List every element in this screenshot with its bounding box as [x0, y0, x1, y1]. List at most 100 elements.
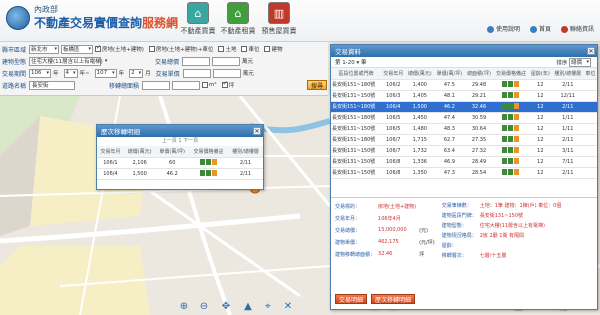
cell-parking [583, 112, 597, 124]
cell-note [493, 79, 529, 91]
month-to-select[interactable]: 2 [129, 68, 144, 78]
cell-address: 長安街131~150號 [331, 156, 382, 168]
cell-address: 長安街151~180號 [331, 101, 382, 113]
road-label: 道路名稱 [2, 82, 27, 90]
total-unit: 萬元 [242, 59, 254, 65]
cell-parking [583, 79, 597, 91]
total-min-input[interactable] [182, 56, 211, 66]
cell-total: 1,450 [405, 112, 435, 124]
transaction-row[interactable]: 長安街131~150號 106/7 1,732 63.4 27.32 12 3/11 [331, 145, 597, 157]
measure-icon[interactable]: ▲ [242, 301, 254, 313]
cell-floor: 2/11 [228, 168, 263, 180]
detail-label: 建物現況格局： [441, 232, 477, 239]
cell-note [493, 90, 529, 102]
transaction-row[interactable]: 長安街151~180號 106/5 1,450 47.4 30.59 12 1/11 [331, 112, 597, 124]
detail-value: 長安街131~150號 [479, 212, 523, 219]
cell-total: 1,350 [405, 167, 435, 179]
close-icon[interactable]: ✕ [587, 47, 595, 55]
history-detail-button[interactable]: 歷次移轉明細 [371, 294, 416, 304]
zoom-out-icon[interactable]: ⊖ [198, 301, 210, 313]
history-table: 交易年月 總價(萬元) 單價(萬/坪) 交易價格備註 樓別/總樓層 106/1 … [97, 146, 263, 180]
area-m2-radio[interactable] [202, 82, 209, 88]
transaction-row[interactable]: 長安街131~150號 106/8 1,350 47.3 28.54 12 2/11 [331, 167, 597, 179]
note-badge-icon [514, 103, 520, 110]
detail-row: 建物移轉總面積： 32.46 坪 [335, 248, 438, 260]
area-icon[interactable]: ⌖ [262, 301, 274, 313]
area-min-input[interactable] [142, 80, 171, 90]
site-title[interactable]: 不動產交易實價查詢服務網 [34, 14, 178, 31]
month-from: 4 [65, 70, 70, 76]
nav-presale-button[interactable]: ▥ 預售屋買賣 [251, 2, 307, 36]
year-from-select[interactable]: 106 [29, 68, 52, 78]
note-badge-icon [514, 114, 520, 121]
cell-floor: 2/11 [551, 79, 584, 91]
unit-max-input[interactable] [212, 68, 241, 78]
zoom-in-icon[interactable]: ⊕ [178, 301, 190, 313]
opt-landonly-checkbox[interactable] [218, 46, 225, 52]
history-pager[interactable]: 上一頁 1 下一頁 [97, 137, 263, 146]
transaction-row[interactable]: 長安街131~150號 106/8 1,336 46.9 28.49 12 7/11 [331, 156, 597, 168]
search-panel: 縣市區域 新北市 板橋區 房地(土地+建物) 房地(土地+建物)+車位 土地 車… [0, 42, 328, 96]
close-icon[interactable]: ✕ [253, 127, 261, 135]
total-max-input[interactable] [212, 56, 241, 66]
col-address: 區段位置或門牌 [331, 68, 382, 80]
area-ping-label: 坪 [228, 83, 235, 89]
search-button[interactable]: 搜尋 [307, 80, 328, 90]
detail-value: 106年4月 [378, 215, 401, 222]
month-to: 2 [131, 70, 135, 76]
pan-icon[interactable]: ✥ [220, 301, 232, 313]
history-row[interactable]: 106/1 2,106 60 2/11 [97, 157, 263, 169]
district-select[interactable]: 板橋區 [61, 44, 94, 54]
opt-bldg-checkbox[interactable] [264, 46, 271, 52]
status-badge-icon [508, 125, 514, 132]
detail-buttons: 交易明細 歷次移轉明細 [335, 294, 416, 304]
cell-age: 12 [528, 112, 552, 124]
district-value: 板橋區 [63, 47, 80, 53]
cell-age: 12 [528, 156, 552, 168]
transaction-row[interactable]: 長安街131~150號 106/3 1,405 48.1 29.21 12 12/11 [331, 90, 597, 102]
road-input[interactable]: 長安街 [29, 80, 76, 90]
clear-icon[interactable]: ✕ [282, 301, 294, 313]
cell-note [493, 123, 529, 135]
contact-link-label: 聯絡資訊 [569, 26, 594, 33]
detail-row: 交易年月： 106年4月 [335, 212, 438, 224]
county-select[interactable]: 新北市 [29, 44, 60, 54]
history-row[interactable]: 106/4 1,500 46.2 2/11 [97, 168, 263, 180]
year-to-select[interactable]: 107 [94, 68, 117, 78]
cell-date: 106/7 [381, 134, 406, 146]
top-links: 使用說明 首頁 聯絡資訊 [486, 24, 594, 33]
cell-parking [583, 145, 597, 157]
opt-parking-checkbox[interactable] [241, 46, 248, 52]
transactions-popup: 交易資料 ✕ 第 1-20 ▾ 筆 排序 總價 區段位置或門牌 交易年月 總價(… [330, 44, 598, 310]
area-ping-radio[interactable] [221, 80, 228, 88]
cell-total: 1,715 [405, 134, 435, 146]
area-label: 移轉總面積 [109, 82, 140, 90]
month-from-select[interactable]: 4 [63, 68, 78, 78]
help-link[interactable]: 使用說明 [486, 24, 520, 33]
sort-select[interactable]: 總價 [569, 57, 591, 67]
history-popup: 歷次移轉明細 ✕ 上一頁 1 下一頁 交易年月 總價(萬元) 單價(萬/坪) 交… [96, 124, 264, 190]
transaction-row[interactable]: 長安街131~150號 106/5 1,480 48.3 30.64 12 1/11 [331, 123, 597, 135]
transaction-row[interactable]: 長安街151~180號 106/4 1,500 46.2 32.46 12 2/11 [331, 101, 597, 113]
opt-land-checkbox[interactable] [95, 44, 101, 52]
transaction-row[interactable]: 長安街151~180號 106/7 1,715 62.7 27.35 12 2/11 [331, 134, 597, 146]
status-badge-icon [502, 136, 508, 143]
cell-parking [583, 123, 597, 135]
transaction-detail: 交易標的： 房地(土地+建物) 交易年月： 106年4月 交易總價： 15,000,000… [331, 197, 597, 262]
opt-land-bldg-checkbox[interactable] [148, 46, 155, 52]
transaction-row[interactable]: 長安街151~180號 106/2 1,400 47.5 29.48 12 2/11 [331, 79, 597, 91]
type-select[interactable]: 住宅大樓(11層含以上有電梯) [29, 56, 103, 66]
contact-link[interactable]: 聯絡資訊 [560, 24, 594, 33]
opt-parking-label: 車位 [248, 47, 260, 53]
transaction-detail-button[interactable]: 交易明細 [335, 294, 368, 304]
unit-min-input[interactable] [182, 68, 211, 78]
cell-unit: 46.2 [434, 101, 465, 113]
cell-address: 長安街131~150號 [331, 167, 382, 179]
page-select[interactable]: 第 1-20 ▾ 筆 [335, 58, 367, 66]
detail-label: 移轉層次： [441, 252, 467, 259]
detail-row: 建物區段門牌： 長安街131~150號 [442, 210, 565, 220]
col-note: 交易價格備註 [189, 146, 229, 158]
home-link[interactable]: 首頁 [529, 24, 551, 33]
col-unit: 單價(萬/坪) [434, 68, 465, 80]
area-max-input[interactable] [172, 80, 201, 90]
